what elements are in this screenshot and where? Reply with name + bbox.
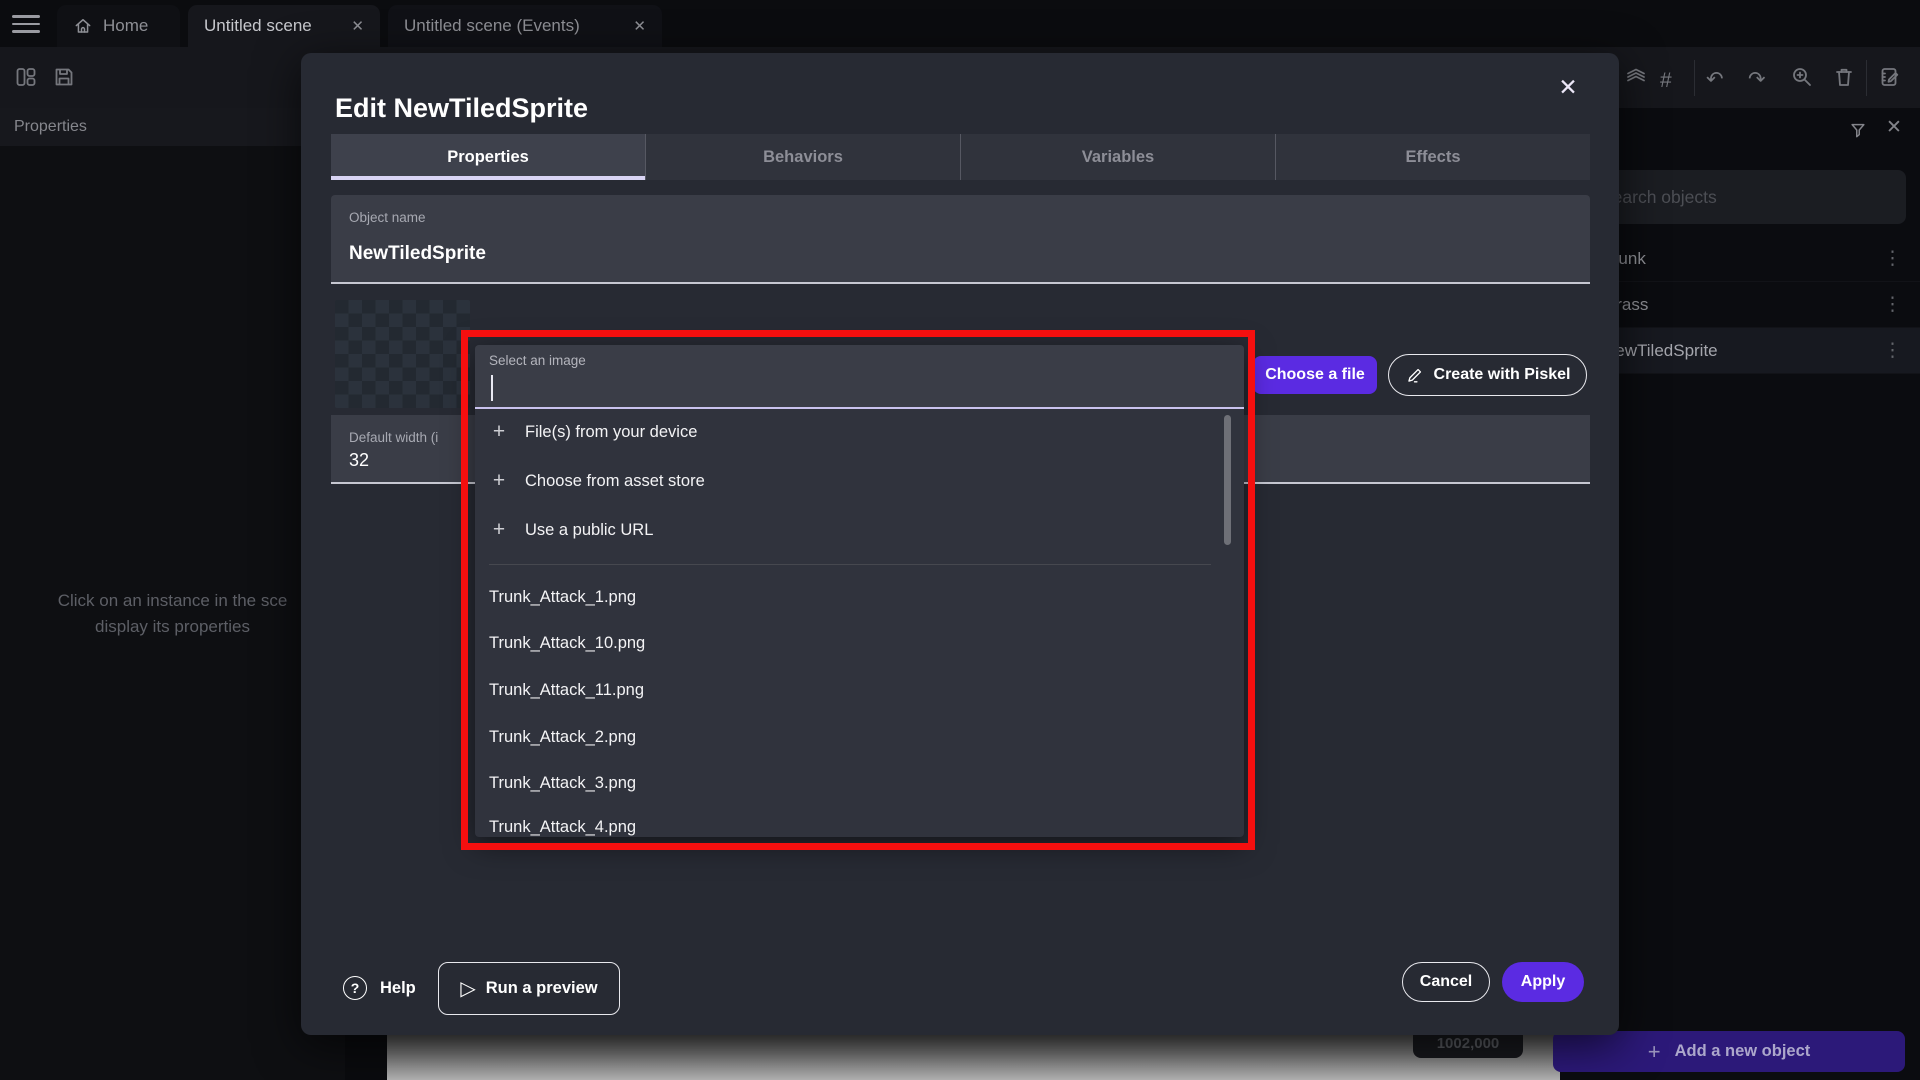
- play-icon: ▷: [460, 976, 475, 1001]
- properties-empty-hint: Click on an instance in the sce display …: [0, 588, 345, 640]
- apply-button[interactable]: Apply: [1502, 962, 1584, 1002]
- select-image-dropdown: Select an image + File(s) from your devi…: [475, 345, 1244, 837]
- tab-events-close-icon[interactable]: ✕: [633, 17, 646, 35]
- dropdown-file-item[interactable]: Trunk_Attack_10.png: [475, 620, 1225, 666]
- project-manager-layout-icon[interactable]: [14, 65, 38, 89]
- cancel-button[interactable]: Cancel: [1402, 962, 1490, 1002]
- top-bar: Home Untitled scene ✕ Untitled scene (Ev…: [0, 0, 1920, 47]
- tab-behaviors[interactable]: Behaviors: [645, 134, 960, 180]
- create-with-piskel-button[interactable]: Create with Piskel: [1388, 354, 1587, 396]
- scene-canvas-edge: [387, 1035, 1560, 1080]
- search-objects-input[interactable]: [1584, 170, 1906, 224]
- hamburger-menu-icon[interactable]: [12, 15, 40, 33]
- dialog-title: Edit NewTiledSprite: [335, 93, 588, 124]
- panel-close-icon[interactable]: ✕: [1886, 118, 1902, 137]
- toolbar-divider: [1866, 60, 1867, 96]
- tab-home-label: Home: [103, 16, 148, 36]
- object-name-field[interactable]: Object name NewTiledSprite: [331, 195, 1590, 284]
- tab-variables[interactable]: Variables: [960, 134, 1275, 180]
- layers-icon[interactable]: [1624, 65, 1648, 89]
- tab-untitled-scene-events[interactable]: Untitled scene (Events) ✕: [388, 5, 662, 47]
- dropdown-file-item[interactable]: Trunk_Attack_1.png: [475, 574, 1225, 620]
- tab-untitled-scene[interactable]: Untitled scene ✕: [188, 5, 380, 47]
- plus-icon: +: [489, 420, 509, 444]
- home-icon: [73, 16, 93, 36]
- dropdown-file-item[interactable]: Trunk_Attack_2.png: [475, 714, 1225, 760]
- plus-icon: +: [489, 518, 509, 542]
- dropdown-action-asset-store[interactable]: + Choose from asset store: [475, 457, 1225, 505]
- run-a-preview-button[interactable]: ▷ Run a preview: [438, 962, 620, 1015]
- dropdown-file-item[interactable]: Trunk_Attack_11.png: [475, 667, 1225, 713]
- grid-icon[interactable]: #: [1660, 70, 1672, 91]
- dropdown-scrollbar[interactable]: [1224, 415, 1231, 545]
- redo-icon[interactable]: ↷: [1748, 69, 1766, 90]
- row-menu-dots-icon[interactable]: ⋮: [1883, 247, 1902, 270]
- properties-panel: Properties Click on an instance in the s…: [0, 108, 345, 1080]
- edit-notebook-icon[interactable]: [1878, 65, 1902, 89]
- help-button[interactable]: ? Help: [343, 973, 416, 1003]
- dropdown-action-public-url[interactable]: + Use a public URL: [475, 506, 1225, 554]
- trash-icon[interactable]: [1832, 65, 1856, 89]
- toolbar-divider: [1694, 60, 1695, 96]
- tab-home[interactable]: Home: [57, 5, 180, 47]
- select-image-label: Select an image: [489, 353, 586, 368]
- dropdown-file-item[interactable]: Trunk_Attack_4.png: [475, 804, 1225, 850]
- dialog-close-icon[interactable]: ✕: [1550, 69, 1586, 105]
- row-menu-dots-icon[interactable]: ⋮: [1883, 339, 1902, 362]
- dialog-tabbar: Properties Behaviors Variables Effects: [331, 134, 1590, 180]
- filter-icon[interactable]: [1848, 120, 1868, 140]
- dropdown-file-item[interactable]: Trunk_Attack_3.png: [475, 760, 1225, 806]
- question-icon: ?: [343, 976, 367, 1000]
- choose-a-file-button[interactable]: Choose a file: [1253, 356, 1377, 394]
- dropdown-divider: [489, 564, 1211, 565]
- tab-scene-close-icon[interactable]: ✕: [351, 17, 364, 35]
- tab-scene-label: Untitled scene: [204, 16, 312, 36]
- text-caret: [491, 375, 493, 401]
- plus-icon: +: [489, 469, 509, 493]
- tab-effects[interactable]: Effects: [1275, 134, 1590, 180]
- dropdown-action-files-from-device[interactable]: + File(s) from your device: [475, 408, 1225, 456]
- zoom-in-icon[interactable]: [1790, 65, 1814, 89]
- row-menu-dots-icon[interactable]: ⋮: [1883, 293, 1902, 316]
- add-new-object-button[interactable]: + Add a new object: [1553, 1031, 1905, 1072]
- properties-panel-header: Properties: [0, 108, 345, 146]
- tab-events-label: Untitled scene (Events): [404, 16, 580, 36]
- plus-icon: +: [1648, 1039, 1661, 1065]
- tab-properties[interactable]: Properties: [331, 134, 645, 180]
- pencil-icon: [1405, 366, 1424, 385]
- tiled-sprite-preview-placeholder: [335, 300, 470, 408]
- select-image-input[interactable]: Select an image: [475, 345, 1244, 409]
- undo-icon[interactable]: ↶: [1706, 69, 1724, 90]
- save-icon[interactable]: [52, 65, 76, 89]
